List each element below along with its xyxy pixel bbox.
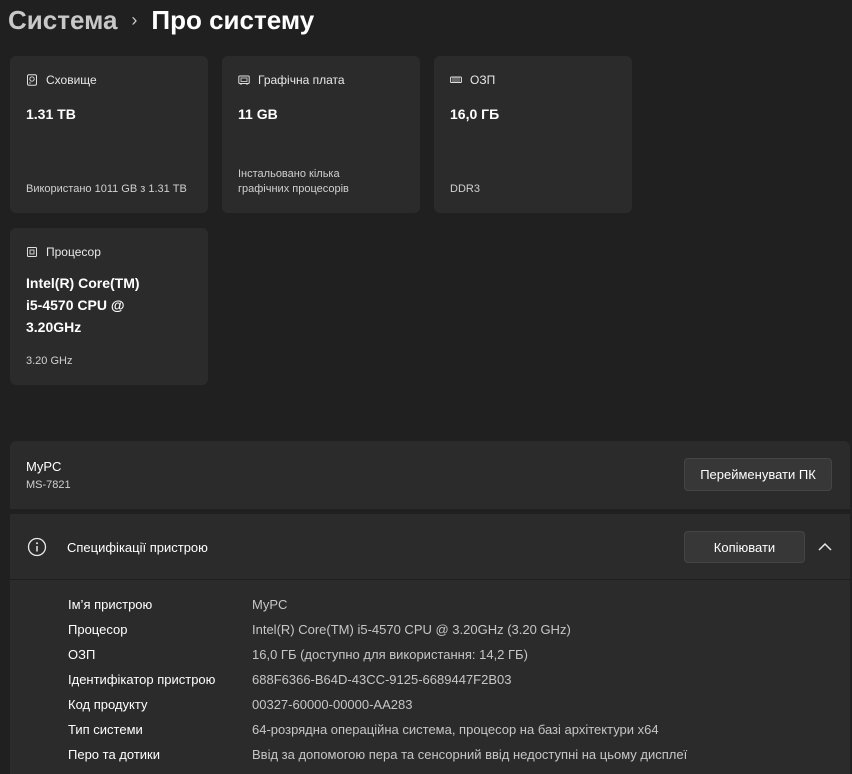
breadcrumb-system[interactable]: Система bbox=[8, 5, 117, 36]
spec-rows: Ім’я пристрою MyPC Процесор Intel(R) Cor… bbox=[68, 592, 687, 767]
storage-label: Сховище bbox=[46, 73, 97, 87]
spec-value: 64-розрядна операційна система, процесор… bbox=[252, 722, 659, 737]
spec-row-pen-touch: Перо та дотики Ввід за допомогою пера та… bbox=[68, 742, 687, 767]
ram-card: ОЗП 16,0 ГБ DDR3 bbox=[434, 56, 632, 213]
spec-label: Ідентифікатор пристрою bbox=[68, 672, 216, 687]
cpu-card: Процесор Intel(R) Core(TM) i5-4570 CPU @… bbox=[10, 228, 208, 385]
spec-value: Ввід за допомогою пера та сенсорний ввід… bbox=[252, 747, 688, 762]
spec-value: 00327-60000-00000-AA283 bbox=[252, 697, 413, 712]
breadcrumb-separator: › bbox=[131, 9, 138, 30]
device-specifications-title: Специфікації пристрою bbox=[67, 540, 208, 555]
copy-button[interactable]: Копіювати bbox=[684, 531, 805, 563]
ram-value: 16,0 ГБ bbox=[450, 106, 500, 122]
page-title: Про систему bbox=[151, 4, 315, 35]
info-icon bbox=[27, 537, 47, 557]
pc-model: MS-7821 bbox=[26, 479, 71, 491]
gpu-footer-line1: Інстальовано кілька bbox=[238, 168, 340, 180]
spec-value: 16,0 ГБ (доступно для використання: 14,2… bbox=[252, 647, 528, 662]
spec-row-ram: ОЗП 16,0 ГБ (доступно для використання: … bbox=[68, 642, 687, 667]
device-specifications-panel: Специфікації пристрою Копіювати Ім’я при… bbox=[10, 514, 850, 774]
chevron-up-icon[interactable] bbox=[817, 540, 833, 554]
spec-label: Ім’я пристрою bbox=[68, 597, 153, 612]
spec-value: 688F6366-B64D-43CC-9125-6689447F2B03 bbox=[252, 672, 512, 687]
ram-label: ОЗП bbox=[470, 73, 496, 87]
ram-footer: DDR3 bbox=[450, 183, 480, 195]
cpu-label: Процесор bbox=[46, 245, 101, 259]
spec-row-system-type: Тип системи 64-розрядна операційна систе… bbox=[68, 717, 687, 742]
spec-label: Перо та дотики bbox=[68, 747, 160, 762]
spec-label: Код продукту bbox=[68, 697, 148, 712]
gpu-footer-line2: графічних процесорів bbox=[238, 183, 349, 195]
breadcrumb: Система › Про систему bbox=[8, 0, 314, 40]
pc-name-panel: MyPC MS-7821 Перейменувати ПК bbox=[10, 441, 850, 509]
device-specifications-header[interactable]: Специфікації пристрою Копіювати bbox=[10, 514, 850, 580]
cpu-value-line1: Intel(R) Core(TM) bbox=[26, 275, 140, 291]
cpu-footer: 3.20 GHz bbox=[26, 355, 73, 367]
spec-value: MyPC bbox=[252, 597, 288, 612]
cpu-value-line3: 3.20GHz bbox=[26, 319, 82, 335]
storage-footer: Використано 1011 GB з 1.31 TB bbox=[26, 183, 187, 195]
gpu-label: Графічна плата bbox=[258, 73, 345, 87]
rename-pc-button[interactable]: Перейменувати ПК bbox=[684, 458, 832, 491]
pc-name: MyPC bbox=[26, 459, 62, 474]
spec-label: Процесор bbox=[68, 622, 128, 637]
graphics-card-icon bbox=[238, 75, 250, 85]
spec-row-device-id: Ідентифікатор пристрою 688F6366-B64D-43C… bbox=[68, 667, 687, 692]
processor-icon bbox=[27, 247, 37, 257]
storage-value: 1.31 TB bbox=[26, 106, 76, 122]
spec-label: ОЗП bbox=[68, 647, 96, 662]
spec-value: Intel(R) Core(TM) i5-4570 CPU @ 3.20GHz … bbox=[252, 622, 571, 637]
spec-row-device-name: Ім’я пристрою MyPC bbox=[68, 592, 687, 617]
storage-card: Сховище 1.31 TB Використано 1011 GB з 1.… bbox=[10, 56, 208, 213]
cpu-value-line2: i5-4570 CPU @ bbox=[26, 297, 125, 313]
spec-row-product-id: Код продукту 00327-60000-00000-AA283 bbox=[68, 692, 687, 717]
spec-label: Тип системи bbox=[68, 722, 143, 737]
gpu-card: Графічна плата 11 GB Інстальовано кілька… bbox=[222, 56, 420, 213]
gpu-value: 11 GB bbox=[238, 106, 278, 122]
spec-row-processor: Процесор Intel(R) Core(TM) i5-4570 CPU @… bbox=[68, 617, 687, 642]
memory-icon bbox=[450, 76, 462, 83]
hard-drive-icon bbox=[27, 74, 37, 86]
